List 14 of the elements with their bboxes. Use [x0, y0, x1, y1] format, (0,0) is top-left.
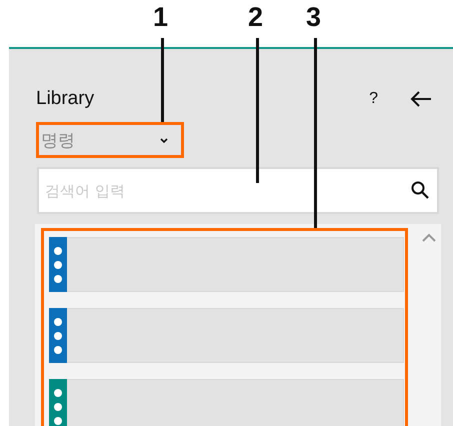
list-item[interactable] — [49, 308, 404, 363]
callout-number: 3 — [306, 2, 322, 32]
list-item[interactable] — [49, 237, 404, 292]
chevron-down-icon — [160, 138, 168, 144]
back-button[interactable] — [410, 91, 432, 107]
scroll-up-icon[interactable] — [422, 233, 436, 242]
callout-number: 2 — [248, 2, 264, 32]
help-button[interactable]: ? — [369, 90, 378, 108]
search-icon[interactable] — [411, 181, 429, 199]
callout-number: 1 — [153, 2, 168, 32]
panel-title: Library — [36, 88, 94, 110]
back-arrow-icon — [410, 91, 432, 107]
dropdown-value: 명령 — [41, 130, 75, 152]
list-item[interactable] — [49, 379, 404, 426]
